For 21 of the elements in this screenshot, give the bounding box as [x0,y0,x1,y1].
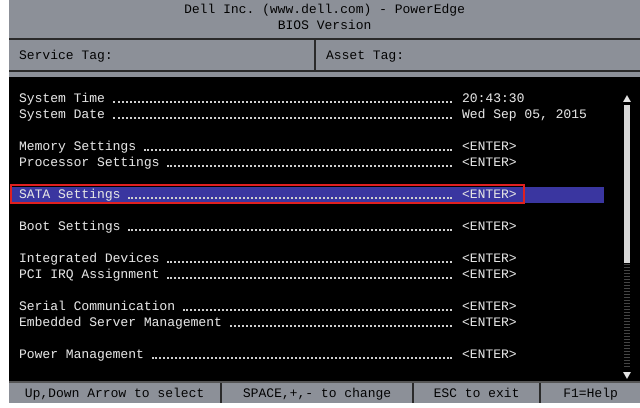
bios-version: BIOS Version [278,18,372,34]
menu-item[interactable]: Integrated Devices <ENTER> [10,251,604,267]
menu-item[interactable]: System Date Wed Sep 05, 2015 [10,107,604,123]
menu-item[interactable]: Embedded Server Management <ENTER> [10,315,604,331]
menu-item[interactable]: Serial Communication <ENTER> [10,299,604,315]
menu-item[interactable]: PCI IRQ Assignment <ENTER> [10,267,604,283]
key-hint: F1=Help [562,384,619,402]
scroll-up-icon[interactable] [623,95,631,102]
tag-label: Service Tag: [9,40,316,70]
menu-item[interactable]: Power Management <ENTER> [10,347,604,363]
menu-item[interactable]: SATA Settings <ENTER> [10,187,604,203]
key-hint: Up,Down Arrow to select [9,383,222,403]
menu-item[interactable]: Processor Settings <ENTER> [10,155,604,171]
menu-item[interactable]: System Time 20:43:30 [10,91,604,107]
key-hint: ESC to exit [414,383,541,403]
menu-item[interactable]: Memory Settings <ENTER> [10,139,604,155]
menu-item[interactable]: Boot Settings <ENTER> [10,219,604,235]
bios-title: Dell Inc. (www.dell.com) - PowerEdge [184,2,465,18]
tag-label: Asset Tag: [325,46,406,64]
key-hint: SPACE,+,- to change [222,383,414,403]
scroll-down-icon[interactable] [623,372,631,379]
